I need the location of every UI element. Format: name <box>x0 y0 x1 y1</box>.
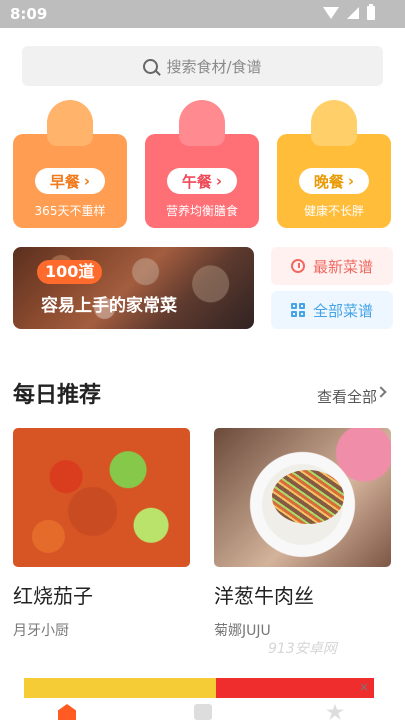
bottom-tab-bar <box>0 700 405 720</box>
all-recipes-label: 全部菜谱 <box>312 301 373 320</box>
lunch-label-pill: 午餐 › <box>167 168 237 194</box>
search-bar[interactable]: 搜索食材/食谱 <box>22 46 383 86</box>
daily-recommendation-title: 每日推荐 <box>13 383 102 408</box>
battery-icon <box>367 4 375 20</box>
close-icon[interactable]: × <box>359 680 369 694</box>
latest-recipes-label: 最新菜谱 <box>312 257 373 276</box>
all-recipes-button[interactable]: 全部菜谱 <box>271 291 393 329</box>
chevron-right-icon: › <box>83 172 91 190</box>
status-time: 8:09 <box>10 5 48 23</box>
dinner-food-illustration-icon <box>311 100 357 146</box>
recipes-tab-icon[interactable] <box>194 704 212 720</box>
dinner-card[interactable]: 晚餐 › 健康不长胖 <box>277 100 391 228</box>
banner-title: 容易上手的家常菜 <box>41 296 177 316</box>
lunch-label: 午餐 <box>181 172 212 191</box>
recipe-image-onion-beef[interactable] <box>214 428 391 567</box>
breakfast-card[interactable]: 早餐 › 365天不重样 <box>13 100 127 228</box>
recipe-name[interactable]: 红烧茄子 <box>13 580 93 609</box>
search-placeholder: 搜索食材/食谱 <box>166 57 262 76</box>
breakfast-food-illustration-icon <box>47 100 93 146</box>
recipe-name[interactable]: 洋葱牛肉丝 <box>214 580 314 609</box>
chevron-right-icon: › <box>347 172 355 190</box>
search-icon <box>143 58 159 74</box>
advertisement-banner[interactable]: × <box>24 678 374 698</box>
breakfast-subtitle: 365天不重样 <box>34 204 106 218</box>
ad-yellow-panel <box>24 678 216 698</box>
grid-icon <box>290 303 305 317</box>
chevron-right-icon: › <box>215 172 223 190</box>
clock-icon <box>290 259 305 273</box>
latest-recipes-button[interactable]: 最新菜谱 <box>271 247 393 285</box>
recipe-author: 菊娜JUJU <box>214 623 271 639</box>
recipe-image-braised-eggplant[interactable] <box>13 428 190 567</box>
watermark-text: 913安卓网 <box>268 641 337 657</box>
lunch-subtitle: 营养均衡膳食 <box>165 204 238 218</box>
lunch-food-illustration-icon <box>179 100 225 146</box>
favorites-tab-icon[interactable] <box>326 704 344 720</box>
dinner-subtitle: 健康不长胖 <box>303 204 364 218</box>
recipe-author: 月牙小厨 <box>13 623 69 639</box>
breakfast-label-pill: 早餐 › <box>35 168 105 194</box>
lunch-card[interactable]: 午餐 › 营养均衡膳食 <box>145 100 259 228</box>
status-bar: 8:09 <box>0 0 405 28</box>
see-all-link[interactable]: 查看全部 <box>317 386 377 407</box>
dinner-label-pill: 晚餐 › <box>299 168 369 194</box>
status-icons <box>323 4 375 20</box>
ad-red-panel <box>216 678 374 698</box>
cellular-signal-icon <box>347 7 359 19</box>
home-cooking-banner[interactable]: 100道 容易上手的家常菜 <box>13 247 254 329</box>
wifi-icon <box>323 7 339 19</box>
home-tab-icon[interactable] <box>58 704 76 720</box>
banner-count-badge: 100道 <box>37 260 103 284</box>
breakfast-label: 早餐 <box>49 172 80 191</box>
beef-strips-illustration <box>272 470 344 524</box>
dinner-label: 晚餐 <box>313 172 344 191</box>
chevron-right-icon <box>375 386 387 398</box>
